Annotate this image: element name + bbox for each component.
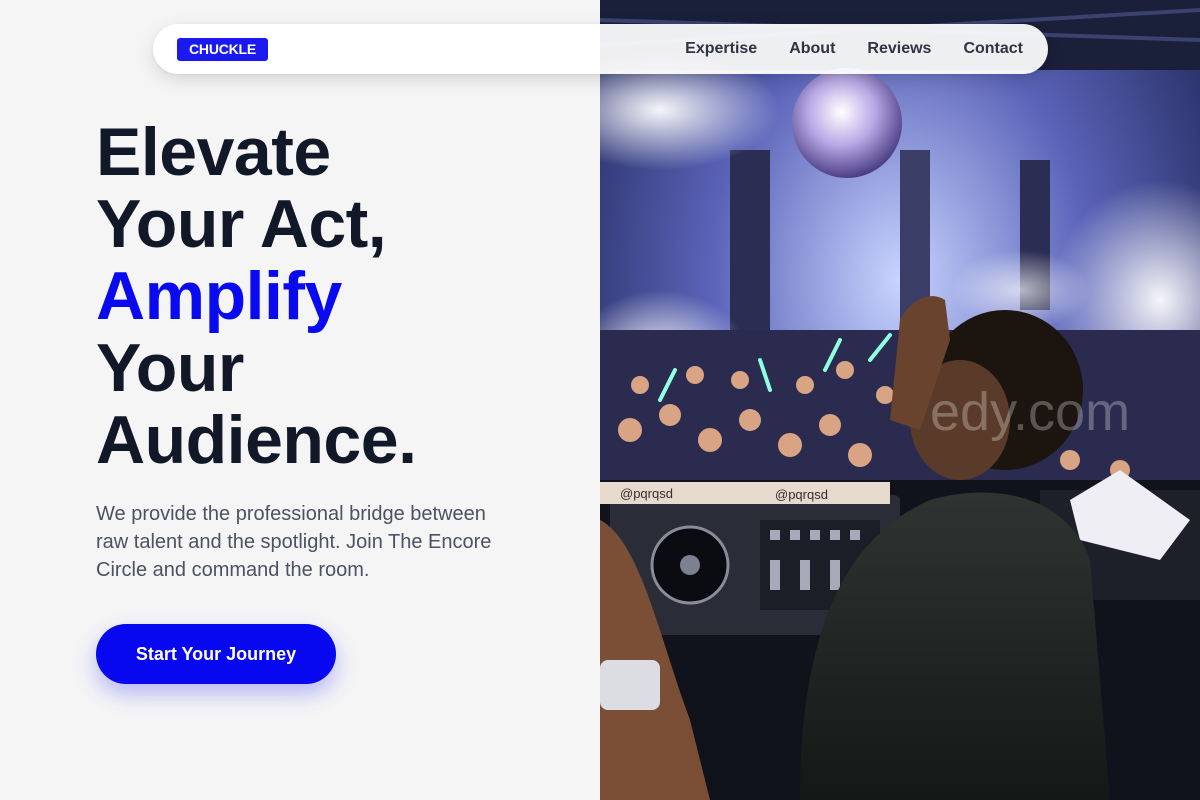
hero-headline: Elevate Your Act, Amplify Your Audience. — [96, 114, 417, 478]
headline-line: Your Act, — [96, 186, 387, 262]
nav-link-expertise[interactable]: Expertise — [685, 40, 757, 58]
svg-text:@pqrqsd: @pqrqsd — [775, 487, 828, 502]
nav-link-about[interactable]: About — [789, 40, 835, 58]
nav-link-contact[interactable]: Contact — [963, 40, 1023, 58]
headline-accent: Amplify — [96, 258, 342, 334]
hero-subtext: We provide the professional bridge betwe… — [96, 503, 492, 581]
dj-crowd-photo-icon: @pqrqsd @pqrqsd qsd edy.com — [600, 0, 1200, 800]
nav-link-reviews[interactable]: Reviews — [867, 40, 931, 58]
landing-page: @pqrqsd @pqrqsd qsd edy.com CHUCKLE Expe… — [0, 0, 1200, 800]
headline-line: Elevate — [96, 114, 331, 190]
hero-photo: @pqrqsd @pqrqsd qsd edy.com — [600, 0, 1200, 800]
brand-logo[interactable]: CHUCKLE — [177, 37, 269, 61]
start-journey-button[interactable]: Start Your Journey — [96, 624, 336, 684]
nav-links: Expertise About Reviews Contact — [685, 40, 1023, 58]
headline-line: Your — [96, 330, 244, 406]
svg-text:edy.com: edy.com — [930, 382, 1130, 442]
top-nav: CHUCKLE Expertise About Reviews Contact — [153, 24, 1048, 74]
headline-line: Audience. — [96, 402, 417, 478]
svg-text:@pqrqsd: @pqrqsd — [620, 486, 673, 501]
